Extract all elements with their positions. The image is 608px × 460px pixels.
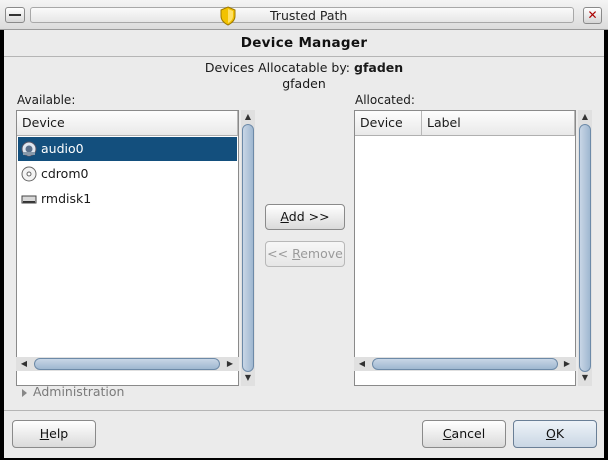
ok-label: K xyxy=(555,426,565,441)
window-menu-button[interactable] xyxy=(5,7,25,23)
scroll-left-arrow[interactable]: ◀ xyxy=(356,358,368,370)
ok-mnemonic: O xyxy=(545,426,556,441)
remove-prefix: << xyxy=(267,246,293,261)
available-label: Available: xyxy=(17,93,76,107)
administration-expander[interactable]: Administration xyxy=(22,384,124,399)
scroll-right-arrow[interactable]: ▶ xyxy=(224,358,236,370)
window-titlebar: Trusted Path ✕ xyxy=(0,0,608,30)
scroll-up-arrow[interactable]: ▲ xyxy=(242,111,254,123)
close-icon[interactable]: ✕ xyxy=(583,7,602,24)
help-button[interactable]: Help xyxy=(12,420,96,448)
cdrom-icon xyxy=(21,166,37,182)
allocatable-prefix: Devices Allocatable by: xyxy=(204,60,354,75)
scroll-thumb[interactable] xyxy=(579,124,591,372)
remove-mnemonic: R xyxy=(292,246,301,261)
allocated-column-label[interactable]: Label xyxy=(422,111,575,136)
page-title: Device Manager xyxy=(4,30,604,57)
available-column-device[interactable]: Device xyxy=(17,111,238,136)
scroll-left-arrow[interactable]: ◀ xyxy=(18,358,30,370)
scroll-down-arrow[interactable]: ▼ xyxy=(579,372,591,384)
remove-button[interactable]: << Remove xyxy=(265,241,345,267)
scroll-down-arrow[interactable]: ▼ xyxy=(242,372,254,384)
list-item-audio0[interactable]: audio0 xyxy=(18,137,237,161)
expander-arrow-icon xyxy=(22,388,27,397)
available-hscrollbar[interactable]: ◀ ▶ xyxy=(16,357,239,371)
allocatable-user: gfaden xyxy=(354,60,404,75)
divider xyxy=(4,410,604,411)
available-list[interactable]: Device audio0 cdrom0 rmdisk1 xyxy=(16,110,239,386)
ok-button[interactable]: OK xyxy=(513,420,597,448)
allocatable-by-line: Devices Allocatable by: gfaden xyxy=(4,60,604,75)
window-title: Trusted Path xyxy=(270,8,348,23)
scroll-thumb[interactable] xyxy=(372,358,558,370)
allocated-label: Allocated: xyxy=(355,93,415,107)
help-mnemonic: H xyxy=(39,426,50,441)
add-mnemonic: A xyxy=(280,209,289,224)
list-item-cdrom0[interactable]: cdrom0 xyxy=(18,162,237,186)
add-button[interactable]: Add >> xyxy=(265,204,345,230)
list-item-label: audio0 xyxy=(41,141,84,156)
allocated-column-device[interactable]: Device xyxy=(355,111,422,136)
scroll-thumb[interactable] xyxy=(242,124,254,372)
allocated-list[interactable]: Device Label xyxy=(354,110,576,386)
scroll-up-arrow[interactable]: ▲ xyxy=(579,111,591,123)
available-vscrollbar[interactable]: ▲ ▼ xyxy=(241,110,255,386)
list-item-rmdisk1[interactable]: rmdisk1 xyxy=(18,187,237,211)
help-label: elp xyxy=(49,426,69,441)
cancel-button[interactable]: Cancel xyxy=(422,420,506,448)
scroll-thumb[interactable] xyxy=(34,358,220,370)
shield-icon xyxy=(220,6,236,26)
list-item-label: cdrom0 xyxy=(41,166,89,181)
allocated-vscrollbar[interactable]: ▲ ▼ xyxy=(578,110,592,386)
remove-label: emove xyxy=(300,246,343,261)
allocated-hscrollbar[interactable]: ◀ ▶ xyxy=(354,357,576,371)
add-label: dd >> xyxy=(288,209,330,224)
user-line: gfaden xyxy=(282,76,326,91)
cancel-label: ancel xyxy=(451,426,486,441)
removable-disk-icon xyxy=(21,195,37,204)
scroll-right-arrow[interactable]: ▶ xyxy=(561,358,573,370)
administration-label: Administration xyxy=(33,384,125,399)
device-manager-panel: Device Manager Devices Allocatable by: g… xyxy=(4,30,604,458)
audio-icon xyxy=(21,141,37,157)
list-item-label: rmdisk1 xyxy=(41,191,92,206)
cancel-mnemonic: C xyxy=(442,426,452,441)
